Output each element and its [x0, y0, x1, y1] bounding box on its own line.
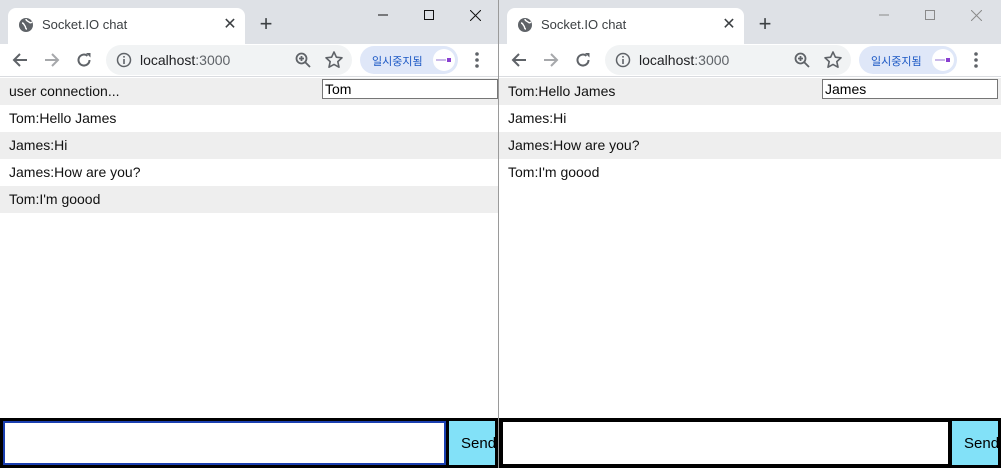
- maximize-button[interactable]: [907, 0, 953, 30]
- forward-button[interactable]: [537, 46, 565, 74]
- message-item: Tom:Hello James: [9, 110, 117, 126]
- arrow-left-icon: [511, 53, 526, 67]
- tab-socketio-chat[interactable]: Socket.IO chat ✕: [8, 8, 245, 44]
- url-text: localhost:3000: [140, 52, 230, 68]
- address-bar[interactable]: localhost:3000: [106, 45, 352, 75]
- new-tab-button[interactable]: +: [252, 10, 280, 38]
- chat-page: Tom:Hello James James:Hi James:How are y…: [499, 78, 1001, 468]
- maximize-icon: [424, 10, 434, 20]
- maximize-button[interactable]: [406, 0, 452, 30]
- message-input[interactable]: [502, 421, 949, 465]
- username-input[interactable]: [322, 79, 498, 99]
- message-item: Tom:I'm goood: [0, 186, 498, 213]
- profile-button[interactable]: 일시중지됨: [859, 46, 957, 74]
- forward-button[interactable]: [38, 46, 66, 74]
- url-port: :3000: [195, 52, 231, 68]
- tab-socketio-chat[interactable]: Socket.IO chat ✕: [507, 8, 744, 44]
- minimize-icon: [879, 14, 889, 16]
- profile-label: 일시중지됨: [372, 56, 423, 68]
- bookmark-star-icon[interactable]: [324, 50, 344, 70]
- info-icon[interactable]: [116, 52, 132, 68]
- globe-icon: [518, 18, 532, 32]
- tab-title: Socket.IO chat: [42, 17, 128, 32]
- message-item: James:How are you?: [499, 132, 1001, 159]
- kebab-menu-icon: [974, 52, 978, 68]
- close-window-button[interactable]: [452, 0, 498, 30]
- send-button[interactable]: Send: [449, 421, 495, 465]
- url-text: localhost:3000: [639, 52, 729, 68]
- tab-title: Socket.IO chat: [541, 17, 627, 32]
- tab-strip: Socket.IO chat ✕ +: [0, 0, 498, 44]
- message-form: Send: [0, 418, 498, 468]
- message-item: Tom:I'm goood: [508, 164, 600, 180]
- message-form: Send: [499, 418, 1001, 468]
- bookmark-star-icon[interactable]: [823, 50, 843, 70]
- new-tab-button[interactable]: +: [751, 10, 779, 38]
- arrow-right-icon: [45, 53, 60, 67]
- chat-page: user connection... Tom:Hello James James…: [0, 78, 498, 468]
- profile-avatar-icon: [433, 49, 455, 71]
- browser-menu-button[interactable]: [966, 48, 986, 72]
- back-button[interactable]: [505, 46, 533, 74]
- profile-avatar-icon: [932, 49, 954, 71]
- username-input[interactable]: [822, 79, 998, 99]
- message-item: James:How are you?: [9, 164, 141, 180]
- arrow-left-icon: [12, 53, 27, 67]
- globe-icon: [19, 18, 33, 32]
- reload-icon: [77, 53, 91, 67]
- close-icon: [970, 9, 982, 21]
- zoom-icon[interactable]: [793, 51, 811, 69]
- close-window-button[interactable]: [953, 0, 999, 30]
- zoom-icon[interactable]: [294, 51, 312, 69]
- browser-window-james: Socket.IO chat ✕ + localhost:3000 일시중지됨 …: [499, 0, 1001, 468]
- browser-window-tom: Socket.IO chat ✕ + localhost:3000 일시중지됨 …: [0, 0, 499, 468]
- tab-strip: Socket.IO chat ✕ +: [499, 0, 1001, 44]
- minimize-button[interactable]: [360, 0, 406, 30]
- info-icon[interactable]: [615, 52, 631, 68]
- reload-button[interactable]: [569, 46, 597, 74]
- arrow-right-icon: [544, 53, 559, 67]
- close-icon: [469, 9, 481, 21]
- message-item: James:Hi: [0, 132, 498, 159]
- minimize-button[interactable]: [861, 0, 907, 30]
- address-bar[interactable]: localhost:3000: [605, 45, 851, 75]
- close-tab-icon[interactable]: ✕: [221, 16, 239, 34]
- profile-label: 일시중지됨: [871, 56, 922, 68]
- send-button[interactable]: Send: [952, 421, 998, 465]
- browser-toolbar: localhost:3000 일시중지됨: [499, 44, 1001, 77]
- minimize-icon: [378, 14, 388, 16]
- maximize-icon: [925, 10, 935, 20]
- close-tab-icon[interactable]: ✕: [720, 16, 738, 34]
- url-host: localhost: [639, 52, 695, 68]
- message-input[interactable]: [3, 421, 446, 465]
- url-port: :3000: [694, 52, 730, 68]
- profile-button[interactable]: 일시중지됨: [360, 46, 458, 74]
- browser-menu-button[interactable]: [467, 48, 487, 72]
- kebab-menu-icon: [475, 52, 479, 68]
- browser-toolbar: localhost:3000 일시중지됨: [0, 44, 498, 77]
- message-item: James:Hi: [508, 110, 567, 126]
- back-button[interactable]: [6, 46, 34, 74]
- reload-icon: [576, 53, 590, 67]
- reload-button[interactable]: [70, 46, 98, 74]
- url-host: localhost: [140, 52, 196, 68]
